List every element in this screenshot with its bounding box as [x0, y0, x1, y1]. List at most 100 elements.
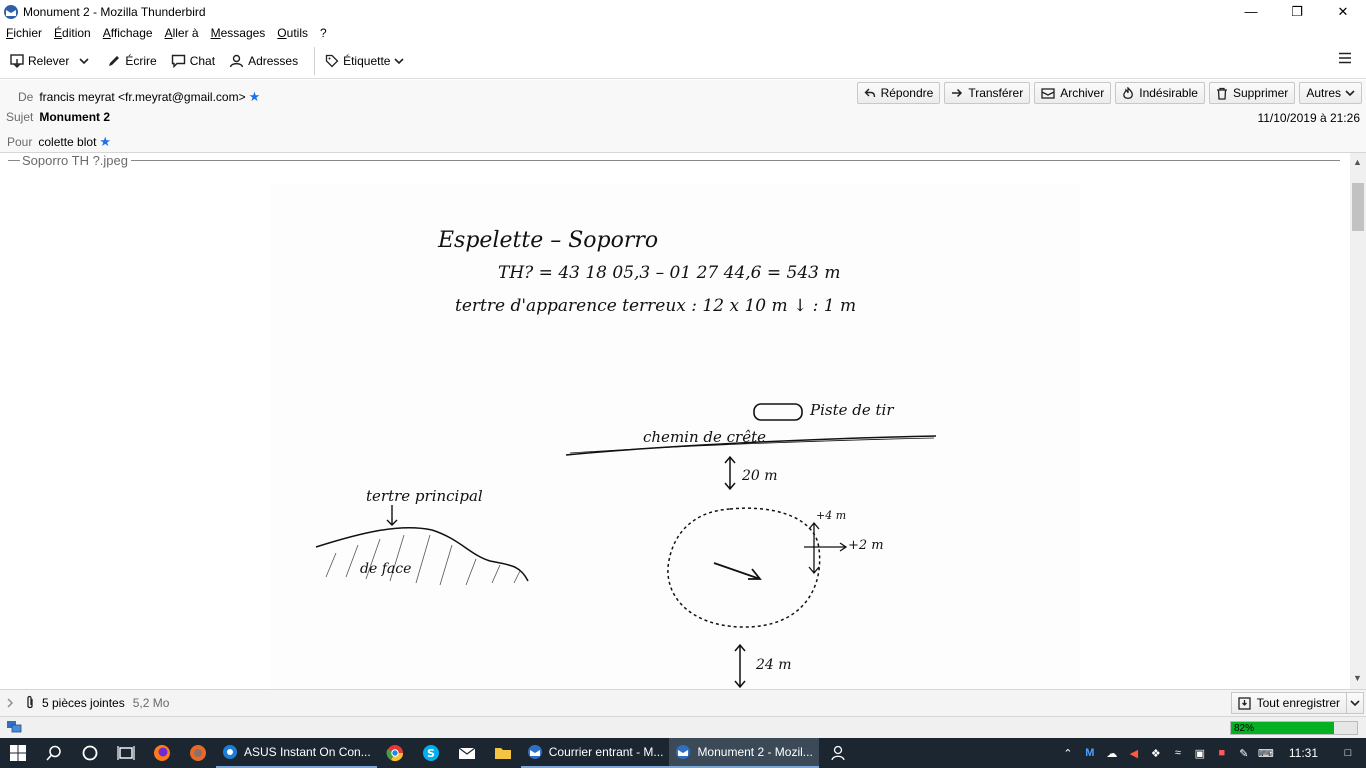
save-all-button[interactable]: Tout enregistrer [1230, 692, 1364, 714]
tray-battery-icon[interactable]: ▣ [1189, 738, 1211, 768]
tray-dropbox-icon[interactable]: ❖ [1145, 738, 1167, 768]
chevron-down-icon [1345, 90, 1355, 97]
svg-text:S: S [427, 747, 435, 760]
to-value[interactable]: colette blot [38, 135, 96, 149]
skype-icon: S [422, 745, 439, 761]
close-button[interactable]: ✕ [1320, 0, 1366, 23]
taskbar-explorer[interactable] [485, 738, 521, 768]
online-status-icon[interactable] [6, 720, 22, 734]
tray-malwarebytes-icon[interactable]: M [1079, 738, 1101, 768]
download-icon [10, 53, 24, 68]
more-button[interactable]: Autres [1299, 82, 1362, 104]
tray-app-icon[interactable]: ■ [1211, 738, 1233, 768]
save-all-label: Tout enregistrer [1256, 696, 1340, 710]
task-view-icon [117, 746, 135, 760]
taskbar-people[interactable] [819, 738, 855, 768]
write-button[interactable]: Écrire [103, 48, 160, 74]
thunderbird-icon [4, 4, 18, 19]
chat-button[interactable]: Chat [167, 48, 219, 74]
scroll-up-icon[interactable]: ▲ [1353, 157, 1362, 167]
pencil-icon [109, 55, 120, 66]
paperclip-icon [27, 695, 33, 709]
scroll-down-icon[interactable]: ▼ [1353, 673, 1362, 683]
tray-speaker-icon[interactable]: ◀ [1123, 738, 1145, 768]
save-all-main[interactable]: Tout enregistrer [1232, 693, 1347, 713]
get-mail-dropdown[interactable] [75, 48, 97, 74]
get-mail-button[interactable]: Relever [6, 48, 73, 74]
sketch-d2: +2 m [848, 538, 884, 553]
thunderbird-icon [527, 745, 542, 759]
delete-button[interactable]: Supprimer [1208, 82, 1296, 104]
chat-label: Chat [189, 53, 216, 68]
taskbar-skype[interactable]: S [413, 738, 449, 768]
chevron-right-icon[interactable] [6, 698, 14, 708]
sketch-dist-2: 24 m [755, 657, 792, 673]
forward-label: Transférer [968, 86, 1024, 100]
taskbar-firefox[interactable] [144, 738, 180, 768]
archive-button[interactable]: Archiver [1034, 82, 1112, 104]
task-view-button[interactable] [108, 738, 144, 768]
tray-cloud-icon[interactable]: ☁ [1101, 738, 1123, 768]
attachment-count[interactable]: 5 pièces jointes [42, 696, 125, 710]
restore-button[interactable]: ❐ [1274, 0, 1320, 23]
taskbar-mail[interactable] [449, 738, 485, 768]
hamburger-icon [1339, 52, 1351, 64]
contacts-icon [229, 54, 244, 67]
address-book-button[interactable]: Adresses [225, 48, 302, 74]
tag-icon [325, 54, 339, 67]
delete-label: Supprimer [1232, 86, 1289, 100]
flame-icon [1123, 86, 1134, 99]
menu-messages[interactable]: Messages [211, 26, 266, 40]
search-button[interactable] [36, 738, 72, 768]
sketch-piste: Piste de tir [809, 401, 894, 419]
taskbar-app-monument[interactable]: Monument 2 - Mozil... [669, 738, 819, 768]
menu-aller-a[interactable]: Aller à [165, 26, 199, 40]
star-icon[interactable]: ★ [249, 89, 261, 105]
taskbar-app-asus[interactable]: ASUS Instant On Con... [216, 738, 377, 768]
attachment-size: 5,2 Mo [132, 696, 170, 710]
firefox-icon [154, 745, 170, 761]
tag-button[interactable]: Étiquette [321, 48, 408, 74]
to-label: Pour [7, 135, 33, 149]
start-button[interactable] [0, 738, 36, 768]
get-mail-label: Relever [28, 53, 70, 68]
subject-value: Monument 2 [39, 110, 111, 124]
taskbar-clock[interactable]: 11:31 [1277, 746, 1330, 760]
attachment-image[interactable]: Espelette – Soporro TH? = 43 18 05,3 – 0… [270, 183, 1080, 689]
to-row: Pour colette blot ★ [7, 134, 111, 150]
menu-fichier[interactable]: Fichier [6, 26, 42, 40]
tray-keyboard-icon[interactable]: ⌨ [1255, 738, 1277, 768]
vertical-scrollbar[interactable]: ▲ ▼ [1350, 153, 1366, 689]
cortana-button[interactable] [72, 738, 108, 768]
scroll-thumb[interactable] [1352, 183, 1364, 231]
chevron-down-icon [394, 57, 405, 64]
app-menu-button[interactable] [1338, 52, 1352, 67]
menu-outils[interactable]: Outils [277, 26, 308, 40]
notification-center-icon[interactable]: □ [1330, 738, 1366, 768]
taskbar-app-inbox[interactable]: Courrier entrant - M... [520, 738, 670, 768]
people-icon [831, 745, 845, 761]
tray-pen-icon[interactable]: ✎ [1233, 738, 1255, 768]
attachment-legend: Soporro TH ?.jpeg [8, 153, 1340, 168]
forward-button[interactable]: Transférer [944, 82, 1031, 104]
minimize-button[interactable]: — [1228, 0, 1274, 23]
firefox-icon [190, 745, 206, 761]
sketch-line-3: tertre d'apparence terreux : 12 x 10 m ↓… [455, 296, 856, 316]
sketch-arrow [804, 542, 848, 552]
taskbar-firefox-alt[interactable] [180, 738, 216, 768]
save-all-dropdown[interactable] [1347, 696, 1363, 710]
taskbar-chrome[interactable] [377, 738, 413, 768]
menu-affichage[interactable]: Affichage [103, 26, 153, 40]
junk-button[interactable]: Indésirable [1115, 82, 1205, 104]
progress-label: 82% [1234, 723, 1255, 734]
from-value[interactable]: francis meyrat <fr.meyrat@gmail.com> [39, 90, 245, 104]
attachment-filename[interactable]: Soporro TH ?.jpeg [22, 153, 128, 168]
tray-wifi-icon[interactable]: ≈ [1167, 738, 1189, 768]
chevron-down-icon [79, 57, 89, 64]
menu-edition[interactable]: Édition [54, 26, 91, 40]
tray-chevron-up-icon[interactable]: ⌃ [1057, 738, 1079, 768]
reply-button[interactable]: Répondre [856, 82, 941, 104]
system-tray: ⌃ M ☁ ◀ ❖ ≈ ▣ ■ ✎ ⌨ 11:31 □ [1057, 738, 1366, 768]
menu-help[interactable]: ? [320, 26, 327, 40]
star-icon[interactable]: ★ [99, 134, 111, 150]
